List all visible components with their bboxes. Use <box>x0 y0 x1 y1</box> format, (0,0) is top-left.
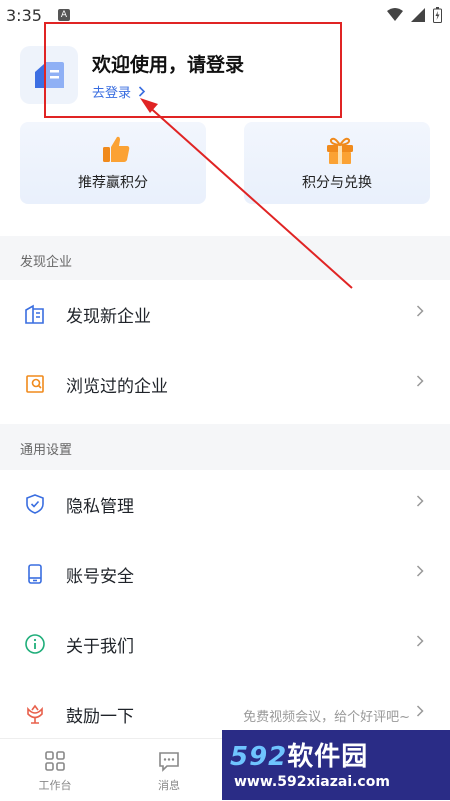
building-icon <box>25 304 44 324</box>
wifi-icon <box>387 8 403 21</box>
promo-points-label: 积分与兑换 <box>302 175 372 191</box>
flower-icon <box>27 704 43 724</box>
promo-points[interactable]: 积分与兑换 <box>244 122 430 204</box>
watermark-text: 软件园 <box>287 742 369 772</box>
status-icons <box>387 7 442 23</box>
signal-icon <box>411 8 425 22</box>
history-icon <box>26 375 44 393</box>
menu-privacy[interactable]: 隐私管理 <box>0 470 450 540</box>
chevron-right-icon <box>416 495 424 507</box>
watermark-url: www.592xiazai.com <box>234 774 390 790</box>
watermark-number: 592 <box>230 742 288 772</box>
thumbs-up-icon <box>103 136 130 162</box>
menu-hint: 免费视频会议，给个好评吧~ <box>243 710 410 725</box>
menu-label: 隐私管理 <box>66 497 134 517</box>
annotation-highlight-box <box>44 22 342 118</box>
menu-label: 账号安全 <box>66 567 134 587</box>
section-settings-header: 通用设置 <box>0 424 450 470</box>
gift-icon <box>327 137 353 164</box>
chevron-right-icon <box>416 305 424 317</box>
chevron-right-icon <box>416 565 424 577</box>
chevron-right-icon <box>416 635 424 647</box>
menu-about[interactable]: 关于我们 <box>0 610 450 680</box>
menu-label: 鼓励一下 <box>66 707 134 727</box>
tab-label: 工作台 <box>38 779 72 792</box>
promo-referral[interactable]: 推荐赢积分 <box>20 122 206 204</box>
menu-label: 发现新企业 <box>66 307 151 327</box>
menu-label: 关于我们 <box>66 637 134 657</box>
tab-messages[interactable]: 消息 <box>134 739 204 801</box>
chevron-right-icon <box>416 375 424 387</box>
battery-icon <box>433 7 442 23</box>
tab-label: 消息 <box>158 779 180 792</box>
section-title: 发现企业 <box>20 255 73 270</box>
grid-icon <box>45 751 65 771</box>
watermark-logo: 592软件园 www.592xiazai.com <box>222 730 450 800</box>
menu-label: 浏览过的企业 <box>66 377 168 397</box>
info-icon <box>25 634 45 654</box>
menu-account-security[interactable]: 账号安全 <box>0 540 450 610</box>
notification-icon: A <box>58 9 70 21</box>
status-time: 3:35 <box>6 6 42 25</box>
section-discover-header: 发现企业 <box>0 236 450 282</box>
promo-referral-label: 推荐赢积分 <box>78 175 148 191</box>
watermark-brand: 592软件园 <box>230 736 368 773</box>
tab-workbench[interactable]: 工作台 <box>20 739 90 801</box>
phone-icon <box>28 564 42 584</box>
chat-icon <box>159 752 179 772</box>
shield-icon <box>26 494 44 514</box>
menu-browsed[interactable]: 浏览过的企业 <box>0 350 450 420</box>
menu-discover-new[interactable]: 发现新企业 <box>0 280 450 350</box>
chevron-right-icon <box>416 705 424 717</box>
section-title: 通用设置 <box>20 443 73 458</box>
